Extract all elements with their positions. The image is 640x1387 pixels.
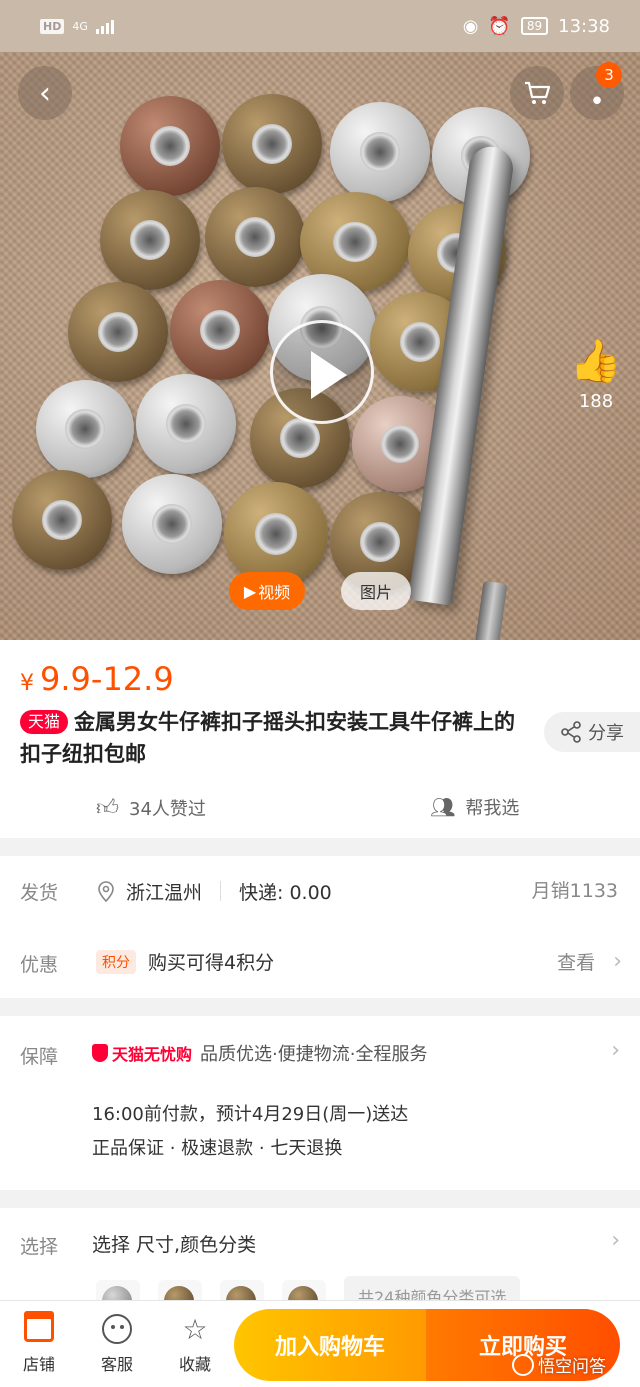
cart-icon	[525, 81, 551, 104]
play-small-icon: ▶	[243, 581, 257, 601]
likes-button[interactable]: 👍︎ 34人赞过	[96, 794, 206, 821]
product-photo-element	[36, 380, 134, 478]
status-bar: HD 4G ◉ ⏰ 89 13:38	[0, 0, 640, 52]
watermark: 悟空问答	[512, 1352, 606, 1377]
star-outline-icon: ☆	[182, 1312, 208, 1346]
customer-service-button[interactable]: 客服	[78, 1313, 156, 1375]
eye-icon: ◉	[462, 15, 479, 37]
tab-video-label: 视频	[258, 583, 291, 602]
store-icon	[24, 1311, 54, 1342]
location-pin-icon	[98, 881, 114, 902]
share-icon	[561, 721, 581, 743]
tmall-worry-free-badge: 天猫无忧购	[92, 1041, 192, 1065]
product-photo-element	[224, 482, 328, 586]
shield-icon	[92, 1044, 108, 1062]
likes-text: 34人赞过	[129, 798, 206, 820]
installation-tool-tip	[472, 580, 508, 640]
like-count: 188	[578, 391, 614, 412]
message-badge: 3	[596, 62, 622, 88]
thumbs-up-outline-icon: 👍︎	[96, 796, 119, 821]
select-text: 选择 尺寸,颜色分类	[92, 1234, 257, 1256]
add-to-cart-button[interactable]: 加入购物车	[234, 1309, 426, 1381]
tab-image[interactable]: 图片	[341, 572, 411, 610]
promo-view-label: 查看	[557, 952, 596, 974]
share-button[interactable]: 分享	[544, 712, 640, 752]
help-pick-label: 帮我选	[465, 798, 520, 819]
product-photo-element	[12, 470, 112, 570]
cart-button[interactable]	[510, 66, 564, 120]
product-photo-element	[170, 280, 270, 380]
alarm-icon: ⏰	[488, 15, 511, 37]
product-info-card: ¥ 9.9-12.9 天猫 金属男女牛仔裤扣子摇头扣安装工具牛仔裤上的扣子纽扣包邮…	[0, 640, 640, 838]
service-promises: 正品保证 · 极速退款 · 七天退换	[92, 1138, 343, 1159]
product-photo-element	[100, 190, 200, 290]
divider	[220, 881, 222, 901]
price-value: 9.9-12.9	[40, 660, 174, 698]
points-tag: 积分	[96, 949, 136, 974]
shipping-label: 发货	[20, 882, 59, 904]
promo-label: 优惠	[20, 954, 59, 976]
sku-select-card[interactable]: 选择 选择 尺寸,颜色分类 › 共24种颜色分类可选	[0, 1208, 640, 1324]
product-photo-element	[120, 96, 220, 196]
favorite-button[interactable]: ☆ 收藏	[156, 1313, 234, 1375]
clock: 13:38	[558, 15, 610, 37]
watermark-text: 悟空问答	[538, 1357, 606, 1377]
promo-text: 购买可得4积分	[148, 952, 275, 974]
ship-origin: 浙江温州	[126, 881, 203, 904]
express-fee: 快递: 0.00	[239, 881, 332, 904]
product-photo-element	[122, 474, 222, 574]
wukong-logo-icon	[512, 1353, 534, 1376]
shipping-row: 浙江温州 快递: 0.00	[96, 876, 332, 906]
guarantee-text: 品质优选·便捷物流·全程服务	[200, 1044, 428, 1065]
shipping-promo-card: 发货 浙江温州 快递: 0.00 月销1133 优惠 积分 购买可得4积分 查看…	[0, 856, 640, 998]
product-photo-element	[330, 102, 430, 202]
guarantee-card[interactable]: 保障 天猫无忧购 品质优选·便捷物流·全程服务 › 16:00前付款，预计4月2…	[0, 1016, 640, 1190]
store-label: 店铺	[22, 1355, 55, 1374]
chevron-right-icon: ›	[613, 949, 622, 974]
promo-view-button[interactable]: 查看 ›	[557, 948, 622, 975]
product-title: 天猫 金属男女牛仔裤扣子摇头扣安装工具牛仔裤上的扣子纽扣包邮	[20, 706, 530, 770]
price: ¥ 9.9-12.9	[20, 660, 174, 698]
help-me-pick-button[interactable]: 👥︎ 帮我选	[430, 794, 519, 820]
more-dot-icon: •	[589, 87, 605, 117]
signal-icon	[95, 18, 114, 34]
worry-free-label: 天猫无忧购	[112, 1045, 193, 1064]
product-photo-element	[222, 94, 322, 194]
network-label: 4G	[72, 19, 88, 33]
product-image-gallery[interactable]: 👍 188 ▶ 视频 图片	[0, 52, 640, 640]
delivery-eta: 16:00前付款，预计4月29日(周一)送达	[92, 1104, 409, 1125]
like-floating-button[interactable]: 👍 188	[566, 336, 626, 413]
back-button[interactable]: ‹	[18, 66, 72, 120]
select-label: 选择	[20, 1236, 59, 1258]
store-button[interactable]: 店铺	[0, 1311, 78, 1375]
currency-symbol: ¥	[20, 671, 34, 696]
product-photo-element	[205, 187, 305, 287]
more-menu-button[interactable]: • 3	[570, 62, 624, 120]
share-label: 分享	[588, 723, 624, 744]
guarantee-row: 天猫无忧购 品质优选·便捷物流·全程服务	[92, 1040, 427, 1066]
hd-indicator: HD	[40, 18, 65, 34]
delivery-info: 16:00前付款，预计4月29日(周一)送达 正品保证 · 极速退款 · 七天退…	[92, 1098, 408, 1166]
product-photo-element	[136, 374, 236, 474]
product-photo-element	[68, 282, 168, 382]
thumbs-up-icon: 👍	[569, 336, 623, 385]
tab-video[interactable]: ▶ 视频	[229, 572, 305, 610]
tmall-tag: 天猫	[20, 710, 69, 734]
chevron-right-icon: ›	[611, 1038, 620, 1063]
battery-indicator: 89	[520, 17, 549, 35]
guarantee-label: 保障	[20, 1046, 59, 1068]
people-icon: 👥︎	[430, 795, 456, 819]
service-label: 客服	[100, 1355, 133, 1374]
play-video-button[interactable]	[270, 320, 374, 424]
chevron-right-icon: ›	[611, 1228, 620, 1253]
favorite-label: 收藏	[178, 1355, 211, 1374]
tab-image-label: 图片	[359, 583, 392, 602]
media-tabs: ▶ 视频 图片	[229, 572, 411, 610]
customer-service-icon	[102, 1314, 132, 1344]
chevron-left-icon: ‹	[39, 75, 51, 111]
monthly-sales: 月销1133	[531, 880, 618, 902]
promo-row[interactable]: 积分 购买可得4积分	[96, 948, 274, 975]
product-title-text: 金属男女牛仔裤扣子摇头扣安装工具牛仔裤上的扣子纽扣包邮	[20, 710, 516, 766]
